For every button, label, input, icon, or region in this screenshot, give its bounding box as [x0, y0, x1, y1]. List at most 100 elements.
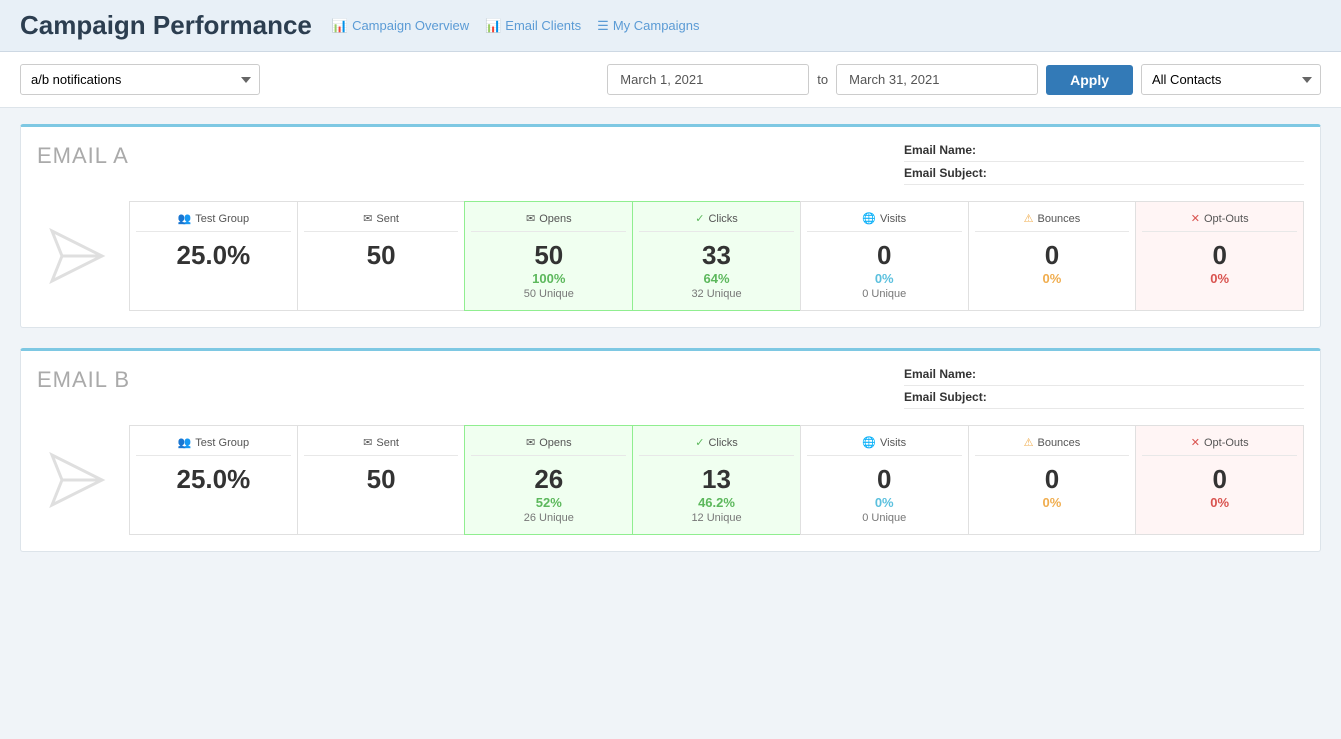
times-icon-b: ✕: [1191, 436, 1200, 449]
email-a-sent-card: ✉ Sent 50: [297, 201, 465, 311]
campaign-select[interactable]: a/b notifications: [20, 64, 260, 95]
envelope-open-icon: ✉: [526, 212, 535, 225]
email-b-clicks-header: ✓ Clicks: [639, 436, 794, 456]
email-a-clicks-card: ✓ Clicks 33 64% 32 Unique: [632, 201, 800, 311]
email-b-optouts-value: 0: [1142, 464, 1297, 495]
email-a-name-row: Email Name:: [904, 143, 1304, 162]
warning-icon: ⚠: [1024, 212, 1034, 225]
check-icon: ✓: [695, 212, 704, 225]
email-a-visits-value: 0: [807, 240, 962, 271]
email-a-optouts-card: ✕ Opt-Outs 0 0%: [1135, 201, 1304, 311]
main-content: EMAIL A Email Name: Email Subject:: [0, 108, 1341, 588]
email-b-sent-card: ✉ Sent 50: [297, 425, 465, 535]
email-a-opens-header: ✉ Opens: [471, 212, 626, 232]
email-b-visits-value: 0: [807, 464, 962, 495]
email-b-bounces-pct: 0%: [975, 495, 1130, 510]
email-a-test-group-value: 25.0%: [136, 240, 291, 271]
email-b-subject-label: Email Subject:: [904, 390, 987, 404]
email-b-icon: [37, 440, 117, 520]
date-range-container: to Apply All ContactsSegment 1Segment 2: [607, 64, 1321, 95]
date-to-input[interactable]: [836, 64, 1038, 95]
email-b-test-group-header: 👥 Test Group: [136, 436, 291, 456]
email-a-section: EMAIL A Email Name: Email Subject:: [20, 124, 1321, 328]
email-b-stats-grid: 👥 Test Group 25.0% ✉ Sent 50 ✉: [129, 425, 1304, 535]
email-a-clicks-unique: 32 Unique: [639, 288, 794, 300]
email-a-subject-label: Email Subject:: [904, 166, 987, 180]
email-b-section: EMAIL B Email Name: Email Subject:: [20, 348, 1321, 552]
email-b-optouts-card: ✕ Opt-Outs 0 0%: [1135, 425, 1304, 535]
list-icon: ☰: [597, 18, 609, 34]
email-a-label: EMAIL A: [37, 143, 129, 169]
email-b-sent-header: ✉ Sent: [304, 436, 459, 456]
warning-icon-b: ⚠: [1024, 436, 1034, 449]
email-b-opens-header: ✉ Opens: [471, 436, 626, 456]
globe-icon-b: 🌐: [862, 436, 876, 449]
email-b-label: EMAIL B: [37, 367, 130, 393]
email-a-body: 👥 Test Group 25.0% ✉ Sent 50 ✉: [37, 201, 1304, 311]
email-b-visits-header: 🌐 Visits: [807, 436, 962, 456]
email-b-opens-card: ✉ Opens 26 52% 26 Unique: [464, 425, 632, 535]
email-a-opens-card: ✉ Opens 50 100% 50 Unique: [464, 201, 632, 311]
email-b-clicks-pct: 46.2%: [639, 495, 794, 510]
email-a-sent-header: ✉ Sent: [304, 212, 459, 232]
email-b-opens-pct: 52%: [471, 495, 626, 510]
email-b-optouts-pct: 0%: [1142, 495, 1297, 510]
email-a-subject-row: Email Subject:: [904, 166, 1304, 185]
email-b-visits-unique: 0 Unique: [807, 512, 962, 524]
times-icon: ✕: [1191, 212, 1200, 225]
send-icon-a: [47, 226, 107, 286]
email-a-optouts-value: 0: [1142, 240, 1297, 271]
email-b-sent-value: 50: [304, 464, 459, 495]
email-a-optouts-pct: 0%: [1142, 271, 1297, 286]
nav-campaign-overview[interactable]: 📊 Campaign Overview: [332, 18, 469, 34]
apply-button[interactable]: Apply: [1046, 65, 1133, 95]
send-icon-b: [47, 450, 107, 510]
email-a-opens-value: 50: [471, 240, 626, 271]
email-b-clicks-unique: 12 Unique: [639, 512, 794, 524]
email-b-bounces-value: 0: [975, 464, 1130, 495]
bar-chart-icon: 📊: [332, 18, 348, 34]
email-b-visits-card: 🌐 Visits 0 0% 0 Unique: [800, 425, 968, 535]
email-a-clicks-value: 33: [639, 240, 794, 271]
email-b-header: EMAIL B Email Name: Email Subject:: [37, 367, 1304, 409]
email-b-meta: Email Name: Email Subject:: [904, 367, 1304, 409]
email-a-test-group-header: 👥 Test Group: [136, 212, 291, 232]
email-a-visits-unique: 0 Unique: [807, 288, 962, 300]
email-a-bounces-pct: 0%: [975, 271, 1130, 286]
email-a-visits-header: 🌐 Visits: [807, 212, 962, 232]
page-title: Campaign Performance: [20, 10, 312, 41]
email-a-meta: Email Name: Email Subject:: [904, 143, 1304, 185]
email-b-subject-row: Email Subject:: [904, 390, 1304, 409]
email-b-optouts-header: ✕ Opt-Outs: [1142, 436, 1297, 456]
email-a-stats-grid: 👥 Test Group 25.0% ✉ Sent 50 ✉: [129, 201, 1304, 311]
email-a-opens-pct: 100%: [471, 271, 626, 286]
email-a-name-label: Email Name:: [904, 143, 976, 157]
envelope-icon-b: ✉: [363, 436, 372, 449]
email-b-name-row: Email Name:: [904, 367, 1304, 386]
header-nav: 📊 Campaign Overview 📊 Email Clients ☰ My…: [332, 18, 700, 34]
email-a-optouts-header: ✕ Opt-Outs: [1142, 212, 1297, 232]
email-b-visits-pct: 0%: [807, 495, 962, 510]
nav-my-campaigns[interactable]: ☰ My Campaigns: [597, 18, 699, 34]
email-b-test-group-card: 👥 Test Group 25.0%: [129, 425, 297, 535]
email-b-opens-unique: 26 Unique: [471, 512, 626, 524]
email-b-bounces-card: ⚠ Bounces 0 0%: [968, 425, 1136, 535]
email-b-clicks-value: 13: [639, 464, 794, 495]
email-a-header: EMAIL A Email Name: Email Subject:: [37, 143, 1304, 185]
email-a-icon: [37, 216, 117, 296]
email-b-name-label: Email Name:: [904, 367, 976, 381]
toolbar: a/b notifications to Apply All ContactsS…: [0, 52, 1341, 108]
date-from-input[interactable]: [607, 64, 809, 95]
envelope-icon: ✉: [363, 212, 372, 225]
email-b-body: 👥 Test Group 25.0% ✉ Sent 50 ✉: [37, 425, 1304, 535]
bar-chart-icon-2: 📊: [485, 18, 501, 34]
contacts-select[interactable]: All ContactsSegment 1Segment 2: [1141, 64, 1321, 95]
date-separator: to: [817, 72, 828, 87]
globe-icon: 🌐: [862, 212, 876, 225]
users-icon: 👥: [178, 212, 192, 225]
email-a-visits-card: 🌐 Visits 0 0% 0 Unique: [800, 201, 968, 311]
envelope-open-icon-b: ✉: [526, 436, 535, 449]
email-a-clicks-pct: 64%: [639, 271, 794, 286]
email-a-sent-value: 50: [304, 240, 459, 271]
nav-email-clients[interactable]: 📊 Email Clients: [485, 18, 581, 34]
